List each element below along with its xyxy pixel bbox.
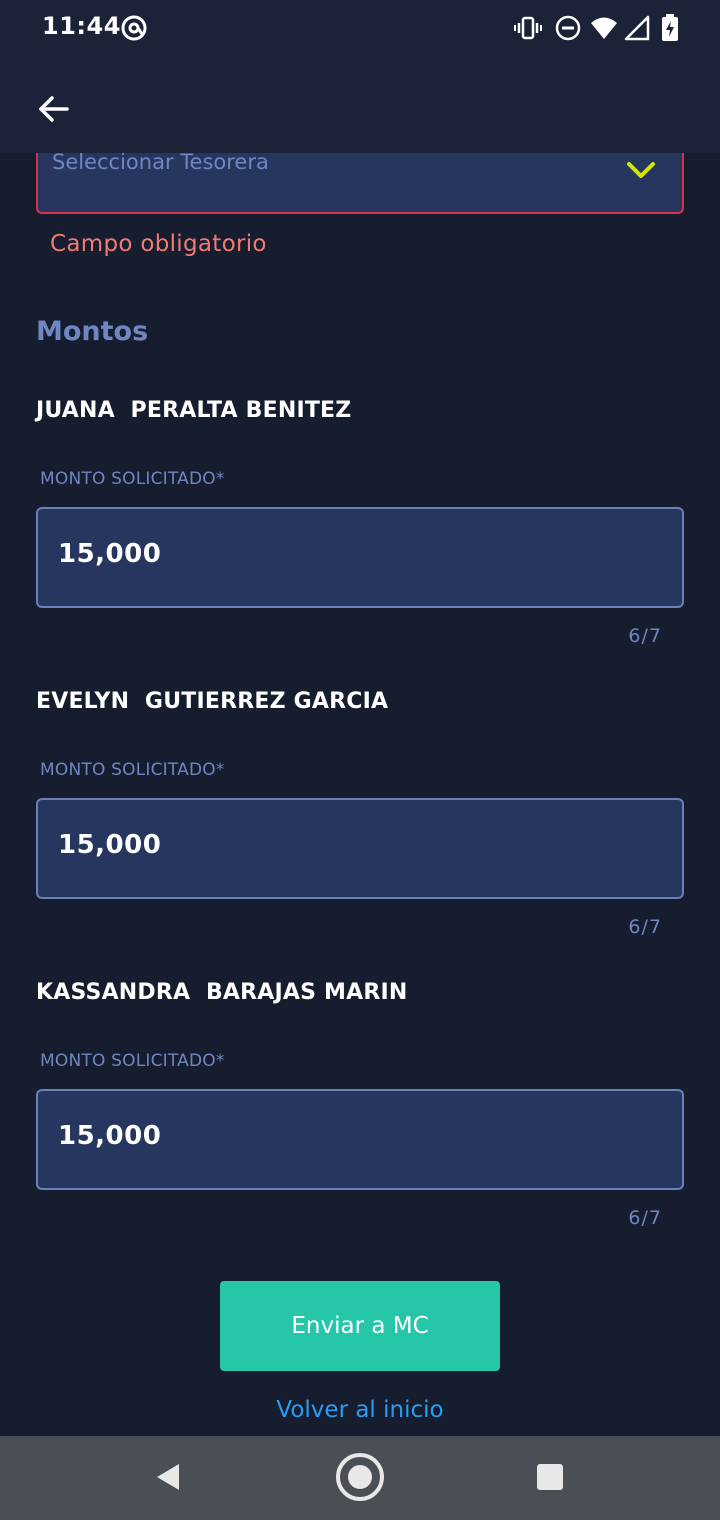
amount-input[interactable]: 15,000	[36, 1089, 684, 1190]
amount-input-value: 15,000	[58, 539, 162, 569]
do-not-disturb-icon	[554, 14, 582, 46]
amount-label: MONTO SOLICITADO*	[40, 1051, 225, 1071]
amount-label: MONTO SOLICITADO*	[40, 760, 225, 780]
char-counter: 6/7	[628, 625, 662, 647]
amount-input-value: 15,000	[58, 830, 162, 860]
nav-recents-button[interactable]	[525, 1454, 575, 1504]
wifi-icon	[590, 14, 618, 46]
amount-label: MONTO SOLICITADO*	[40, 469, 225, 489]
member-name: JUANA PERALTA BENITEZ	[36, 398, 352, 423]
treasurer-error-text: Campo obligatorio	[50, 231, 267, 257]
chevron-down-icon	[626, 160, 656, 184]
treasurer-select-placeholder: Seleccionar Tesorera	[52, 150, 269, 174]
section-title-montos: Montos	[36, 316, 149, 347]
vibrate-icon	[514, 14, 542, 46]
nav-home-icon	[335, 1452, 385, 1506]
char-counter: 6/7	[628, 916, 662, 938]
at-sign-icon	[120, 14, 148, 46]
nav-back-button[interactable]	[143, 1454, 193, 1504]
amount-input[interactable]: 15,000	[36, 507, 684, 608]
amount-input[interactable]: 15,000	[36, 798, 684, 899]
amount-input-value: 15,000	[58, 1121, 162, 1151]
battery-charging-icon	[660, 14, 680, 46]
back-to-home-link[interactable]: Volver al inicio	[0, 1397, 720, 1423]
member-name: KASSANDRA BARAJAS MARIN	[36, 980, 408, 1005]
nav-back-icon	[154, 1462, 182, 1496]
nav-home-button[interactable]	[335, 1452, 385, 1506]
signal-icon	[624, 14, 650, 46]
char-counter: 6/7	[628, 1207, 662, 1229]
nav-recents-icon	[536, 1463, 564, 1495]
arrow-left-icon	[37, 95, 69, 127]
member-name: EVELYN GUTIERREZ GARCIA	[36, 689, 389, 714]
status-time: 11:44	[42, 12, 121, 40]
system-navigation-bar	[0, 1436, 720, 1520]
back-button[interactable]	[28, 86, 78, 136]
send-to-mc-button[interactable]: Enviar a MC	[220, 1281, 500, 1371]
top-bar: 11:44	[0, 0, 720, 153]
